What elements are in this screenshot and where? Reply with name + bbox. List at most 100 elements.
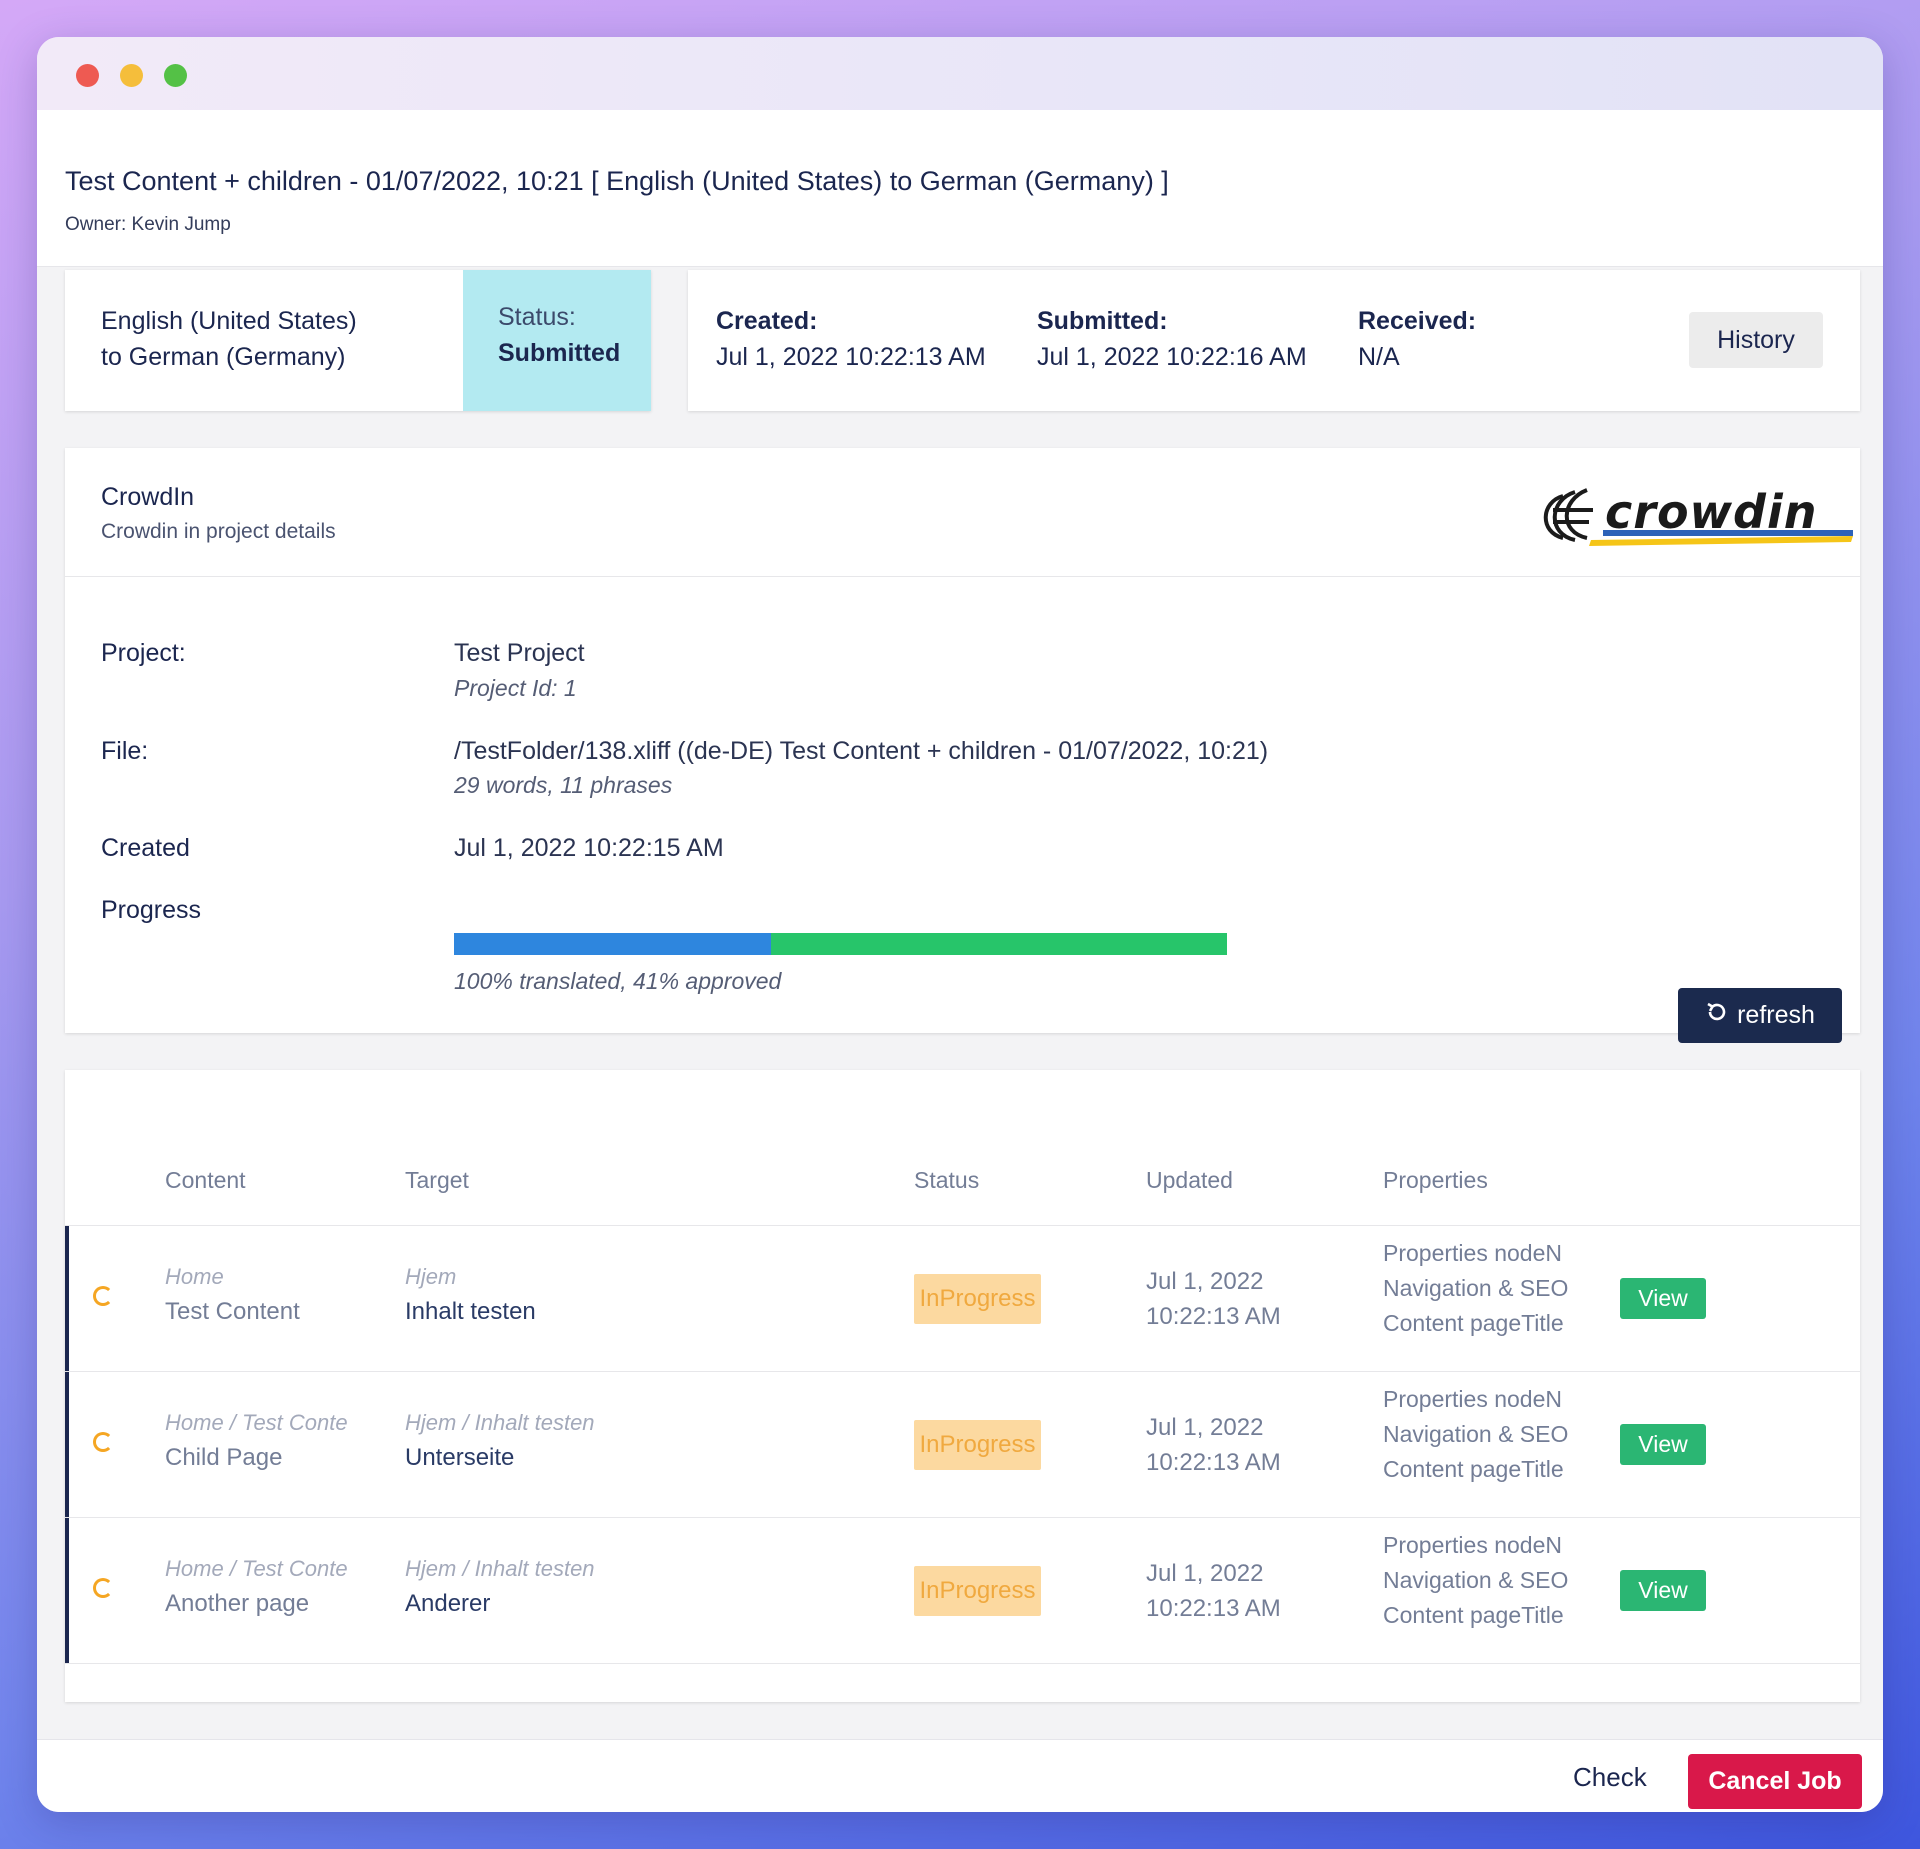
footer-actions: Check Cancel Job [37,1739,1883,1812]
in-progress-icon [93,1286,113,1306]
progress-translated-fill [771,933,1227,955]
table-row: Home / Test Conte Another page Hjem / In… [65,1518,1860,1664]
property-item: Properties nodeN [1383,1532,1562,1558]
created-label: Created: [716,307,818,335]
language-status-card: English (United States) to German (Germa… [65,270,651,411]
progress-text: 100% translated, 41% approved [454,968,782,994]
received-value: N/A [1358,343,1400,371]
updated-date: Jul 1, 2022 [1146,1268,1264,1295]
maximize-window-button[interactable] [164,64,187,87]
properties-cell: Properties nodeN Navigation & SEO Conten… [1383,1236,1568,1341]
updated-date: Jul 1, 2022 [1146,1414,1264,1441]
updated-cell: Jul 1, 2022 10:22:13 AM [1146,1264,1281,1334]
status-value: Submitted [498,339,621,367]
property-item: Content pageTitle [1383,1602,1564,1628]
file-label: File: [101,737,149,765]
property-item: Navigation & SEO [1383,1421,1568,1447]
table-row: Home / Test Conte Child Page Hjem / Inha… [65,1372,1860,1518]
target-name: Anderer [405,1590,491,1617]
status-panel: Status: Submitted [463,270,651,411]
close-window-button[interactable] [76,64,99,87]
history-button[interactable]: History [1689,312,1823,368]
minimize-window-button[interactable] [120,64,143,87]
crowdin-title: CrowdIn [101,483,195,511]
in-progress-icon [93,1432,113,1452]
view-button[interactable]: View [1620,1570,1706,1611]
project-id: Project Id: 1 [454,675,577,701]
property-item: Content pageTitle [1383,1310,1564,1336]
source-language: English (United States) [101,307,357,335]
table-row: Home Test Content Hjem Inhalt testen InP… [65,1226,1860,1372]
cancel-job-button[interactable]: Cancel Job [1688,1754,1862,1809]
header-content: Content [165,1167,246,1193]
created-value: Jul 1, 2022 10:22:13 AM [716,343,986,371]
content-name: Child Page [165,1444,283,1471]
content-path: Home / Test Conte [165,1410,348,1435]
refresh-icon [1705,1000,1729,1031]
updated-time: 10:22:13 AM [1146,1303,1281,1330]
received-info: Received: N/A [1358,303,1476,375]
target-path: Hjem [405,1264,457,1289]
content-name: Another page [165,1590,310,1617]
file-path: /TestFolder/138.xliff ((de-DE) Test Cont… [454,737,1269,765]
submitted-info: Submitted: Jul 1, 2022 10:22:16 AM [1037,303,1307,375]
header-updated: Updated [1146,1167,1233,1193]
check-button[interactable]: Check [1573,1754,1647,1800]
property-item: Navigation & SEO [1383,1567,1568,1593]
submitted-value: Jul 1, 2022 10:22:16 AM [1037,343,1307,371]
target-language: to German (Germany) [101,343,346,371]
job-header: Test Content + children - 01/07/2022, 10… [37,110,1883,267]
crowdin-logo-mark [1543,488,1593,542]
crowdin-panel-header: CrowdIn Crowdin in project details crowd… [65,448,1860,577]
crowdin-panel: CrowdIn Crowdin in project details crowd… [65,448,1860,1043]
progress-approved-fill [454,933,771,955]
status-badge: InProgress [914,1420,1041,1470]
crowdin-logo: crowdin [1543,485,1853,546]
page-title: Test Content + children - 01/07/2022, 10… [65,166,1169,196]
view-button[interactable]: View [1620,1278,1706,1319]
status-badge: InProgress [914,1566,1041,1616]
in-progress-icon [93,1578,113,1598]
created-label: Created [101,834,190,862]
target-name: Inhalt testen [405,1298,536,1325]
properties-cell: Properties nodeN Navigation & SEO Conten… [1383,1528,1568,1633]
updated-time: 10:22:13 AM [1146,1595,1281,1622]
target-path: Hjem / Inhalt testen [405,1556,595,1581]
status-badge: InProgress [914,1274,1041,1324]
property-item: Properties nodeN [1383,1386,1562,1412]
view-button[interactable]: View [1620,1424,1706,1465]
received-label: Received: [1358,307,1477,335]
header-status: Status [914,1167,980,1193]
refresh-button[interactable]: refresh [1678,988,1842,1043]
updated-time: 10:22:13 AM [1146,1449,1281,1476]
property-item: Content pageTitle [1383,1456,1564,1482]
target-name: Unterseite [405,1444,515,1471]
status-label: Status: [498,303,576,331]
progress-bar [454,933,1227,955]
target-path: Hjem / Inhalt testen [405,1410,595,1435]
header-properties: Properties [1383,1167,1488,1193]
content-path: Home / Test Conte [165,1556,348,1581]
content-table: Content Target Status Updated Properties… [65,1070,1860,1702]
job-owner: Owner: Kevin Jump [65,214,231,235]
created-value: Jul 1, 2022 10:22:15 AM [454,834,724,862]
content-path: Home [165,1264,224,1289]
project-label: Project: [101,639,186,667]
property-item: Properties nodeN [1383,1240,1562,1266]
app-window: Test Content + children - 01/07/2022, 10… [37,37,1883,1812]
updated-cell: Jul 1, 2022 10:22:13 AM [1146,1556,1281,1626]
window-titlebar [37,37,1883,110]
crowdin-subtitle: Crowdin in project details [101,520,336,543]
updated-date: Jul 1, 2022 [1146,1560,1264,1587]
language-pair: English (United States) to German (Germa… [101,303,357,375]
dates-card: Created: Jul 1, 2022 10:22:13 AM Submitt… [688,270,1860,411]
file-stats: 29 words, 11 phrases [454,772,673,798]
created-info: Created: Jul 1, 2022 10:22:13 AM [716,303,986,375]
updated-cell: Jul 1, 2022 10:22:13 AM [1146,1410,1281,1480]
progress-label: Progress [101,896,202,924]
header-target: Target [405,1167,469,1193]
properties-cell: Properties nodeN Navigation & SEO Conten… [1383,1382,1568,1487]
project-name: Test Project [454,639,585,667]
content-name: Test Content [165,1298,300,1325]
submitted-label: Submitted: [1037,307,1168,335]
